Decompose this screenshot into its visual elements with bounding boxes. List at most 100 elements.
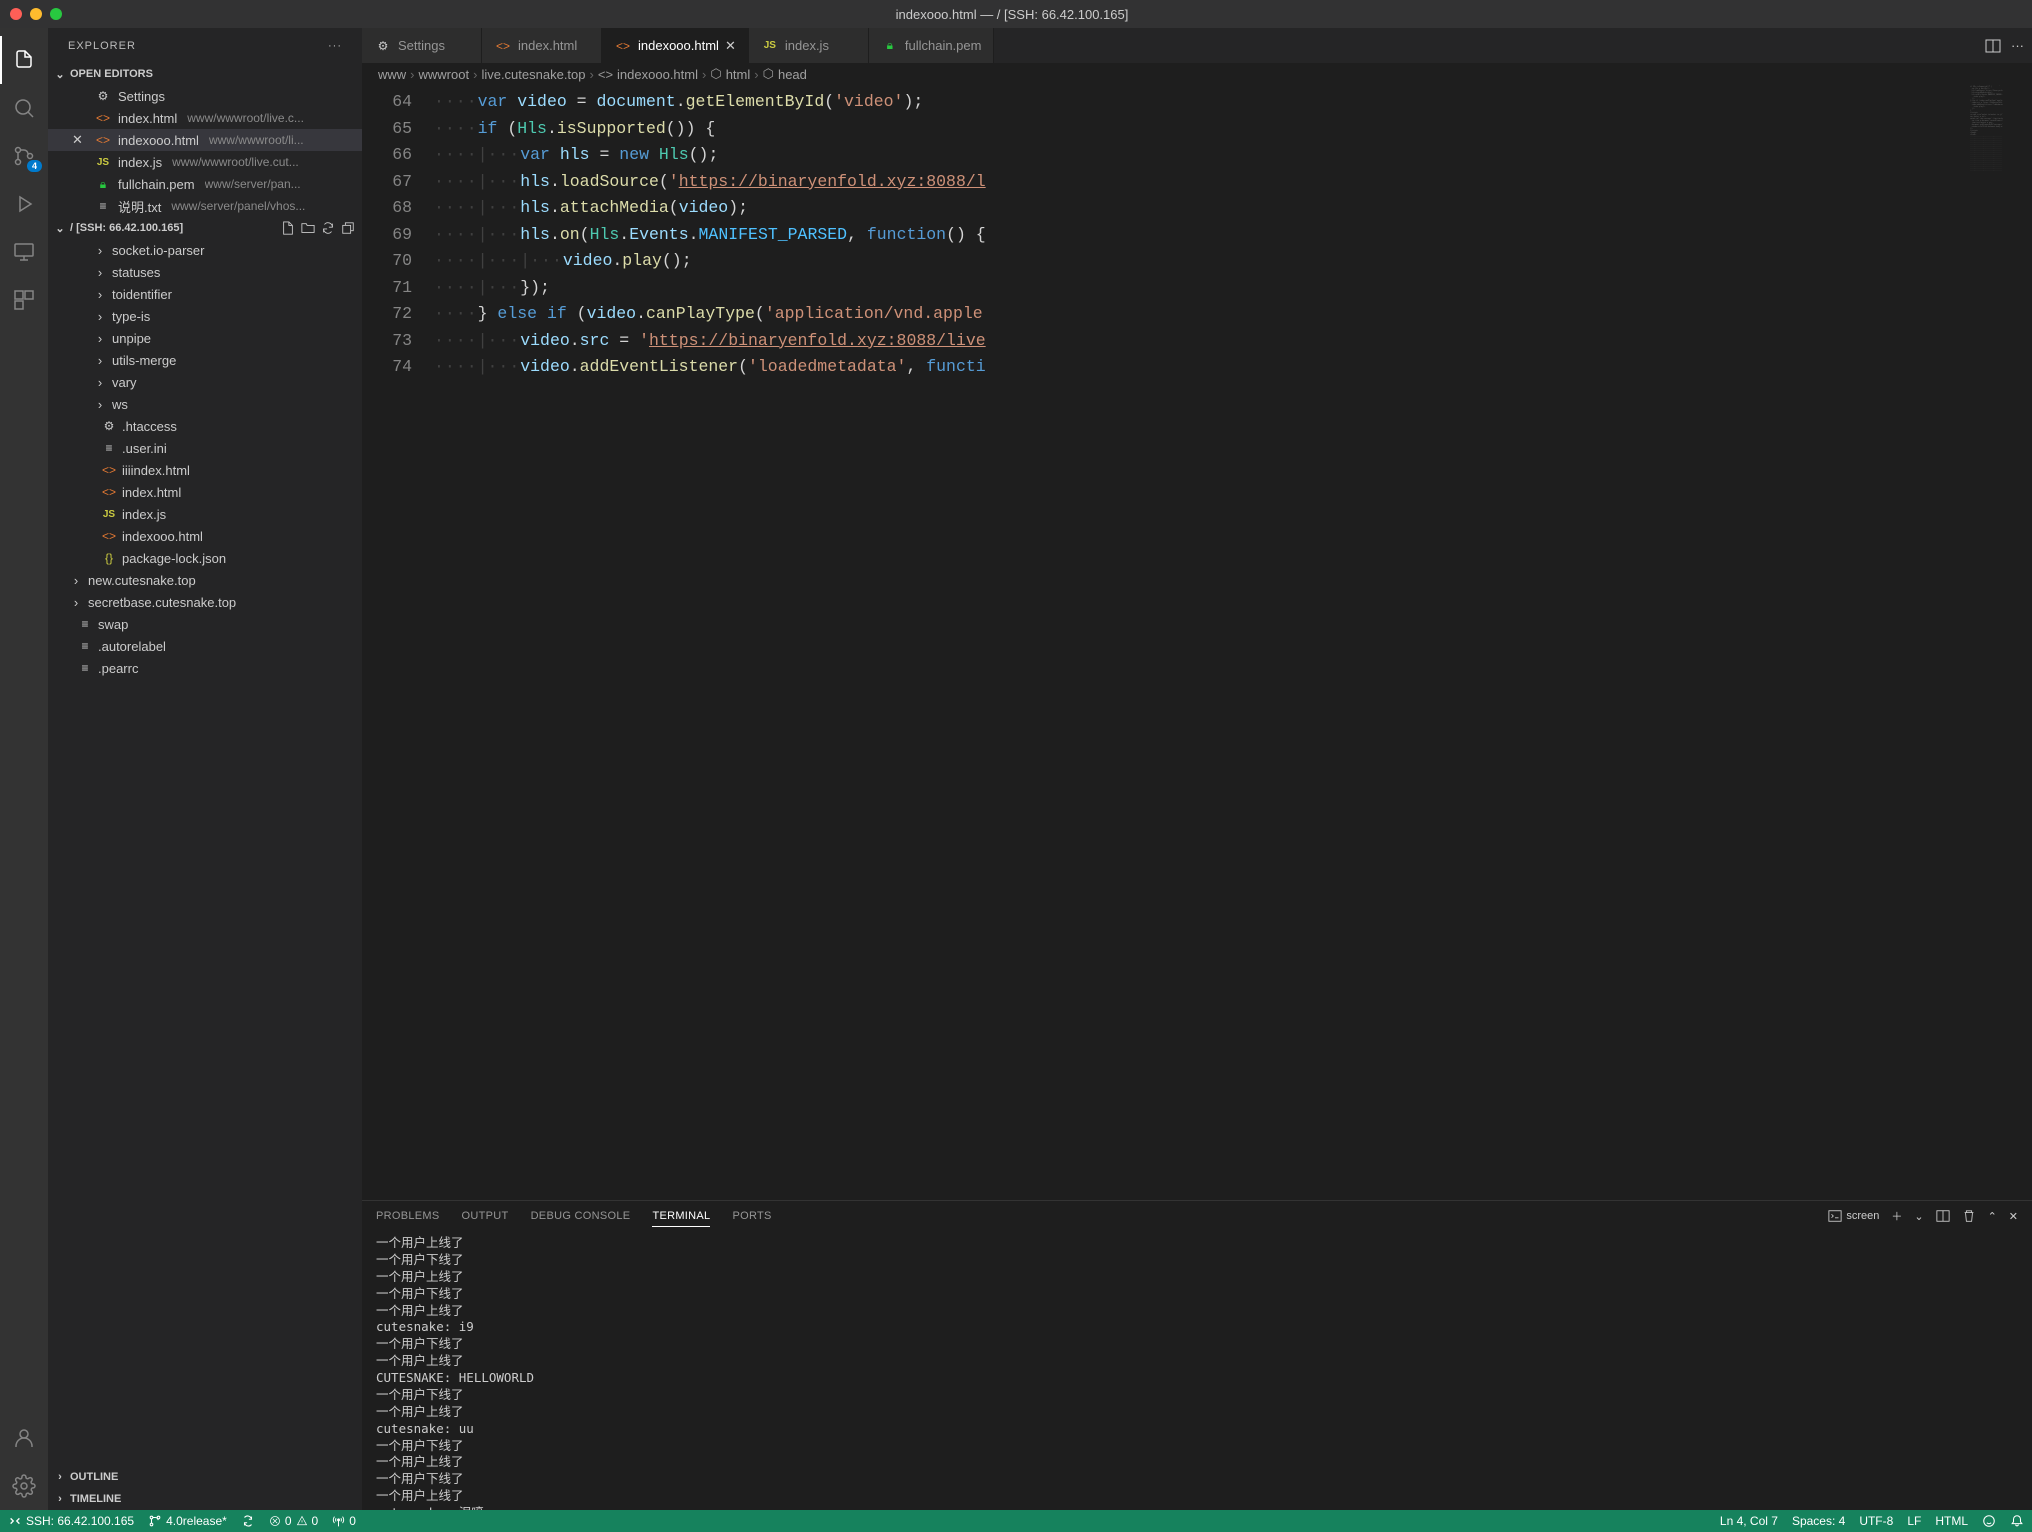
terminal-selector[interactable]: screen (1828, 1209, 1879, 1223)
open-editor-item[interactable]: ✕≡说明.txtwww/server/panel/vhos... (48, 195, 362, 217)
outline-header[interactable]: › OUTLINE (48, 1466, 362, 1488)
code-content[interactable]: ····var video = document.getElementById(… (434, 85, 1968, 1200)
new-file-icon[interactable] (280, 220, 296, 236)
remote-icon (8, 1514, 22, 1528)
panel-tabs: PROBLEMS OUTPUT DEBUG CONSOLE TERMINAL PORTS… (362, 1201, 2032, 1231)
tree-file[interactable]: JSindex.js (48, 503, 362, 525)
kill-terminal-icon[interactable] (1962, 1209, 1976, 1223)
tree-folder[interactable]: ›socket.io-parser (48, 239, 362, 261)
tree-folder[interactable]: ›secretbase.cutesnake.top (48, 591, 362, 613)
new-folder-icon[interactable] (300, 220, 316, 236)
open-editor-item[interactable]: ✕JSindex.jswww/wwwroot/live.cut... (48, 151, 362, 173)
tree-file[interactable]: {}package-lock.json (48, 547, 362, 569)
sidebar-more-icon[interactable]: ··· (328, 40, 342, 52)
tree-folder[interactable]: ›unpipe (48, 327, 362, 349)
status-problems[interactable]: 0 0 (269, 1514, 318, 1528)
breadcrumb-item[interactable]: wwwroot (419, 67, 470, 82)
tree-file[interactable]: ≡.pearrc (48, 657, 362, 679)
editor-tab[interactable]: ⚙︎Settings (362, 28, 482, 63)
activity-accounts[interactable] (0, 1414, 48, 1462)
activity-remote[interactable] (0, 228, 48, 276)
chevron-right-icon: › (92, 331, 108, 346)
tree-folder[interactable]: ›vary (48, 371, 362, 393)
status-encoding[interactable]: UTF-8 (1859, 1514, 1893, 1528)
radio-tower-icon (332, 1515, 345, 1528)
window-close-button[interactable] (10, 8, 22, 20)
panel-maximize-icon[interactable]: ⌃ (1988, 1210, 1997, 1223)
tree-file[interactable]: <>index.html (48, 481, 362, 503)
editor[interactable]: 6465666768697071727374 ····var video = d… (362, 85, 2032, 1200)
terminal-output[interactable]: 一个用户上线了 一个用户下线了 一个用户上线了 一个用户下线了 一个用户上线了 … (362, 1231, 2032, 1510)
close-icon[interactable]: ✕ (72, 132, 88, 148)
breadcrumb-item[interactable]: ⬡ html (710, 66, 750, 82)
open-editors-header[interactable]: ⌄ OPEN EDITORS (48, 63, 362, 85)
tree-folder[interactable]: ›toidentifier (48, 283, 362, 305)
split-editor-icon[interactable] (1985, 38, 2001, 54)
panel-tab-debug-console[interactable]: DEBUG CONSOLE (531, 1206, 631, 1226)
breadcrumb-item[interactable]: ⬡ head (763, 66, 807, 82)
status-eol[interactable]: LF (1907, 1514, 1921, 1528)
tree-file[interactable]: <>iiiindex.html (48, 459, 362, 481)
open-editor-item[interactable]: ✕<>index.htmlwww/wwwroot/live.c... (48, 107, 362, 129)
split-terminal-icon[interactable] (1936, 1209, 1950, 1223)
panel-tab-output[interactable]: OUTPUT (462, 1206, 509, 1226)
editor-tab[interactable]: <>index.html (482, 28, 602, 63)
panel-close-icon[interactable]: ✕ (2009, 1210, 2018, 1223)
breadcrumb-item[interactable]: www (378, 67, 406, 82)
tree-folder[interactable]: ›ws (48, 393, 362, 415)
status-feedback[interactable] (1982, 1514, 1996, 1528)
chevron-right-icon: › (52, 1493, 68, 1505)
status-sync[interactable] (241, 1514, 255, 1528)
activity-debug[interactable] (0, 180, 48, 228)
editor-tab[interactable]: JSindex.js (749, 28, 869, 63)
minimap[interactable]: var video = document.getElementById('vid… (1968, 85, 2032, 1200)
open-editor-item[interactable]: ✕⚙︎Settings (48, 85, 362, 107)
window-maximize-button[interactable] (50, 8, 62, 20)
window-minimize-button[interactable] (30, 8, 42, 20)
activity-explorer[interactable] (0, 36, 48, 84)
editor-tab[interactable]: 🔒︎fullchain.pem (869, 28, 995, 63)
tree-file[interactable]: <>indexooo.html (48, 525, 362, 547)
tree-folder[interactable]: ›new.cutesnake.top (48, 569, 362, 591)
open-editor-item[interactable]: ✕🔒︎fullchain.pemwww/server/pan... (48, 173, 362, 195)
status-notifications[interactable] (2010, 1514, 2024, 1528)
tree-file[interactable]: ≡.autorelabel (48, 635, 362, 657)
close-icon[interactable]: ✕ (725, 38, 736, 54)
activity-extensions[interactable] (0, 276, 48, 324)
more-actions-icon[interactable]: ··· (2011, 38, 2024, 53)
terminal-icon (1828, 1209, 1842, 1223)
collapse-all-icon[interactable] (340, 220, 356, 236)
open-editor-item[interactable]: ✕<>indexooo.htmlwww/wwwroot/li... (48, 129, 362, 151)
timeline-header[interactable]: › TIMELINE (48, 1488, 362, 1510)
breadcrumbs[interactable]: www›wwwroot›live.cutesnake.top›<> indexo… (362, 63, 2032, 85)
tree-file[interactable]: ⚙︎.htaccess (48, 415, 362, 437)
tree-folder[interactable]: ›type-is (48, 305, 362, 327)
status-indent[interactable]: Spaces: 4 (1792, 1514, 1845, 1528)
chevron-right-icon: › (92, 265, 108, 280)
panel-tab-ports[interactable]: PORTS (732, 1206, 771, 1226)
status-language[interactable]: HTML (1935, 1514, 1968, 1528)
tree-file[interactable]: ≡.user.ini (48, 437, 362, 459)
panel-tab-terminal[interactable]: TERMINAL (652, 1206, 710, 1227)
tree-folder[interactable]: ›utils-merge (48, 349, 362, 371)
panel-tab-problems[interactable]: PROBLEMS (376, 1206, 440, 1226)
refresh-icon[interactable] (320, 220, 336, 236)
tree-folder[interactable]: ›statuses (48, 261, 362, 283)
tree-file[interactable]: ≡swap (48, 613, 362, 635)
activity-search[interactable] (0, 84, 48, 132)
status-cursor[interactable]: Ln 4, Col 7 (1720, 1514, 1778, 1528)
terminal-dropdown-icon[interactable]: ⌄ (1914, 1210, 1923, 1223)
editor-tab[interactable]: <>indexooo.html✕ (602, 28, 749, 63)
breadcrumb-item[interactable]: <> indexooo.html (598, 67, 698, 82)
chevron-right-icon: › (92, 309, 108, 324)
breadcrumb-item[interactable]: live.cutesnake.top (481, 67, 585, 82)
new-terminal-icon[interactable]: ＋ (1891, 1208, 1902, 1224)
titlebar: indexooo.html — / [SSH: 66.42.100.165] (0, 0, 2032, 28)
editor-tabs: ⚙︎Settings<>index.html<>indexooo.html✕JS… (362, 28, 2032, 63)
status-branch[interactable]: 4.0release* (148, 1514, 227, 1528)
status-ports[interactable]: 0 (332, 1514, 356, 1528)
activity-scm[interactable]: 4 (0, 132, 48, 180)
status-remote[interactable]: SSH: 66.42.100.165 (8, 1514, 134, 1528)
folder-header[interactable]: ⌄ / [SSH: 66.42.100.165] (48, 217, 362, 239)
activity-settings[interactable] (0, 1462, 48, 1510)
